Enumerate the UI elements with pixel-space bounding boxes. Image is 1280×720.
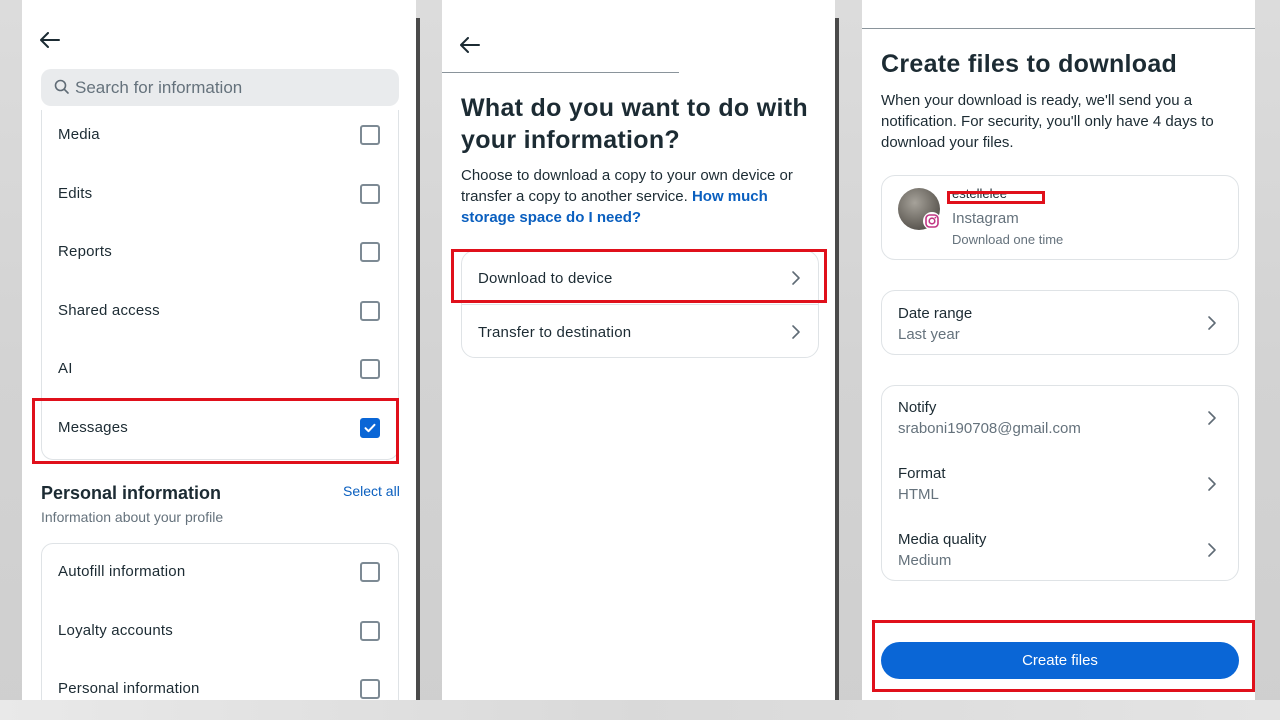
settings-card: Notify sraboni190708@gmail.com Format HT… <box>881 385 1239 581</box>
page-title: Create files to download <box>881 50 1178 78</box>
panel-create-files: Create files to download When your downl… <box>862 0 1255 700</box>
panel-select-information: Search for information Media Edits Repor… <box>22 0 416 700</box>
chevron-right-icon <box>1208 316 1216 330</box>
page-title: What do you want to do with your informa… <box>461 94 808 154</box>
edits-checkbox[interactable] <box>360 184 380 204</box>
search-bar[interactable]: Search for information <box>41 69 399 106</box>
chevron-right-icon <box>1208 411 1216 425</box>
search-icon <box>54 79 70 100</box>
list-item-messages[interactable]: Messages <box>42 403 398 453</box>
format-row[interactable]: Format HTML <box>882 452 1238 516</box>
media-quality-label: Media quality <box>898 531 987 548</box>
list-item-reports[interactable]: Reports <box>42 227 398 277</box>
format-label: Format <box>898 465 946 482</box>
options-card: Download to device Transfer to destinati… <box>461 250 819 358</box>
page-description: Choose to download a copy to your own de… <box>461 165 821 228</box>
header-divider <box>442 72 679 73</box>
shared-access-checkbox[interactable] <box>360 301 380 321</box>
chevron-right-icon <box>1208 477 1216 491</box>
messages-checkbox[interactable] <box>360 418 380 438</box>
loyalty-checkbox[interactable] <box>360 621 380 641</box>
date-range-value: Last year <box>898 326 960 343</box>
list-item-media[interactable]: Media <box>42 110 398 160</box>
list-item-edits[interactable]: Edits <box>42 169 398 219</box>
personal-info-list: Autofill information Loyalty accounts Pe… <box>41 543 399 700</box>
item-label: Edits <box>58 185 93 202</box>
account-platform: Instagram <box>952 210 1019 227</box>
account-username: estellelee <box>952 188 1007 199</box>
reports-checkbox[interactable] <box>360 242 380 262</box>
list-item-shared-access[interactable]: Shared access <box>42 286 398 336</box>
notify-label: Notify <box>898 399 937 416</box>
format-value: HTML <box>898 486 939 503</box>
items-list: Media Edits Reports Shared access AI Mes… <box>41 110 399 460</box>
search-input[interactable]: Search for information <box>75 78 242 98</box>
panel-divider <box>416 18 420 702</box>
media-quality-row[interactable]: Media quality Medium <box>882 518 1238 582</box>
chevron-right-icon <box>1208 543 1216 557</box>
section-subtitle: Information about your profile <box>41 509 224 525</box>
notify-value: sraboni190708@gmail.com <box>898 420 1081 437</box>
item-label: Messages <box>58 419 128 436</box>
bottom-strip <box>0 700 1280 720</box>
panel-choose-action: What do you want to do with your informa… <box>442 0 835 700</box>
page-description: When your download is ready, we'll send … <box>881 92 1214 151</box>
item-label: Personal information <box>58 680 200 697</box>
list-item-autofill[interactable]: Autofill information <box>42 547 398 597</box>
transfer-to-destination-option[interactable]: Transfer to destination <box>462 305 818 359</box>
media-quality-value: Medium <box>898 552 952 569</box>
item-label: AI <box>58 360 73 377</box>
chevron-right-icon <box>792 271 800 285</box>
checkmark-icon <box>364 423 376 433</box>
back-arrow-icon[interactable] <box>460 35 480 55</box>
option-label: Download to device <box>478 270 613 287</box>
item-label: Loyalty accounts <box>58 622 173 639</box>
list-item-personal-info[interactable]: Personal information <box>42 664 398 700</box>
autofill-checkbox[interactable] <box>360 562 380 582</box>
chevron-right-icon <box>792 325 800 339</box>
date-range-label: Date range <box>898 305 973 322</box>
header-divider <box>862 28 1255 29</box>
list-item-loyalty[interactable]: Loyalty accounts <box>42 606 398 656</box>
option-label: Transfer to destination <box>478 324 632 341</box>
date-range-card[interactable]: Date range Last year <box>881 290 1239 355</box>
download-to-device-option[interactable]: Download to device <box>462 251 818 305</box>
account-card: estellelee Instagram Download one time <box>881 175 1239 260</box>
section-title: Personal information <box>41 483 222 503</box>
item-label: Autofill information <box>58 563 186 580</box>
account-frequency: Download one time <box>952 232 1064 247</box>
list-item-ai[interactable]: AI <box>42 344 398 394</box>
panel-divider <box>835 18 839 702</box>
select-all-link[interactable]: Select all <box>343 483 400 499</box>
item-label: Shared access <box>58 302 160 319</box>
create-files-button[interactable]: Create files <box>881 642 1239 679</box>
item-label: Reports <box>58 243 112 260</box>
create-files-label: Create files <box>1022 652 1098 669</box>
notify-row[interactable]: Notify sraboni190708@gmail.com <box>882 386 1238 450</box>
instagram-icon <box>923 212 941 230</box>
item-label: Media <box>58 126 100 143</box>
personal-info-checkbox[interactable] <box>360 679 380 699</box>
back-arrow-icon[interactable] <box>40 30 60 50</box>
media-checkbox[interactable] <box>360 125 380 145</box>
ai-checkbox[interactable] <box>360 359 380 379</box>
